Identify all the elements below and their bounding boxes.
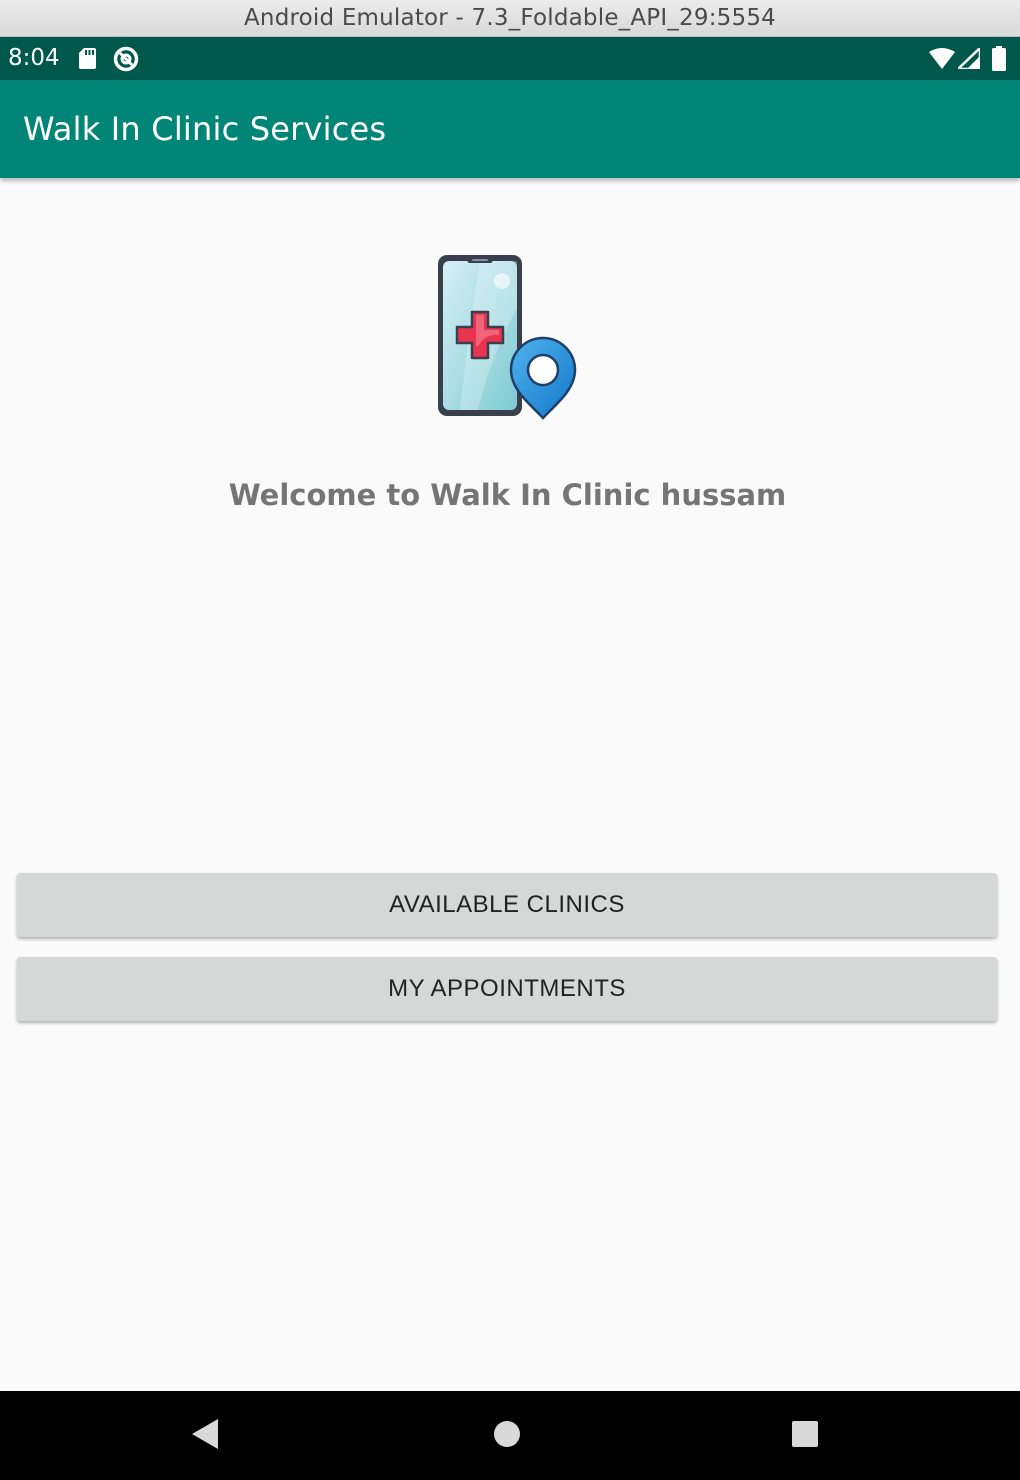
back-icon[interactable] (192, 1419, 218, 1454)
emulator-titlebar: Android Emulator - 7.3_Foldable_API_29:5… (0, 0, 1020, 37)
app-title: Walk In Clinic Services (23, 110, 387, 148)
sd-card-icon (79, 48, 96, 74)
status-bar: 8:04 (0, 37, 1020, 80)
data-saver-icon (113, 46, 139, 77)
wifi-icon (929, 48, 955, 74)
available-clinics-button[interactable]: AVAILABLE CLINICS (17, 873, 997, 937)
window-title: Android Emulator - 7.3_Foldable_API_29:5… (243, 5, 777, 31)
status-time: 8:04 (8, 45, 60, 71)
my-appointments-button[interactable]: MY APPOINTMENTS (17, 957, 997, 1021)
battery-icon (992, 46, 1006, 76)
welcome-text: Welcome to Walk In Clinic hussam (228, 478, 787, 512)
navigation-bar (0, 1391, 1020, 1480)
recents-icon[interactable] (792, 1421, 818, 1452)
signal-icon (956, 46, 982, 74)
clinic-phone-location-icon (420, 248, 600, 428)
app-toolbar: Walk In Clinic Services (0, 80, 1020, 178)
home-icon[interactable] (494, 1421, 520, 1452)
